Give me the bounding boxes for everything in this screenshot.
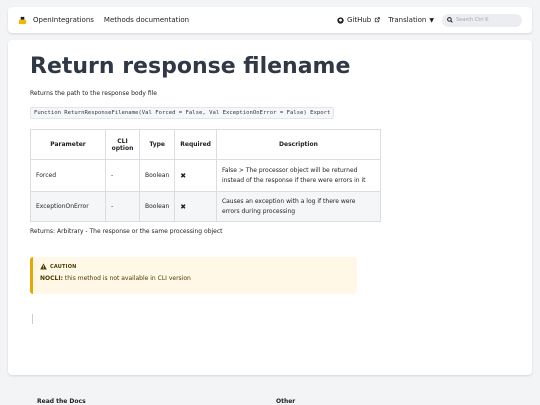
table-cell: Forced xyxy=(30,159,106,192)
text-cursor xyxy=(32,314,33,324)
github-link[interactable]: GitHub xyxy=(337,16,380,24)
required-cross-icon: ✖ xyxy=(174,159,217,192)
caution-body: NOCLI: this method is not available in C… xyxy=(40,275,350,282)
caution-text: this method is not available in CLI vers… xyxy=(62,275,191,282)
page-title: Return response filename xyxy=(30,54,351,79)
warning-icon xyxy=(40,263,47,270)
table-header: Description xyxy=(215,129,381,160)
caution-label: CAUTION xyxy=(50,263,77,270)
table-cell: Boolean xyxy=(138,191,176,222)
caution-admonition: CAUTION NOCLI: this method is not availa… xyxy=(30,257,357,294)
logo-icon[interactable] xyxy=(18,16,27,25)
github-icon xyxy=(337,16,344,24)
main-content: Return response filename Returns the pat… xyxy=(8,40,532,375)
table-cell: - xyxy=(105,191,140,222)
required-cross-icon: ✖ xyxy=(174,191,217,222)
nav-link-methods-docs[interactable]: Methods documentation xyxy=(104,16,189,24)
caution-header: CAUTION xyxy=(40,263,350,270)
table-cell: Causes an exception with a log if there … xyxy=(215,191,381,222)
page-description: Returns the path to the response body fi… xyxy=(30,90,157,97)
table-header: Type xyxy=(138,129,176,160)
search-input[interactable]: Search Ctrl K xyxy=(442,13,522,27)
top-navbar: OpenIntegrations Methods documentation G… xyxy=(8,7,532,33)
parameters-table: Parameter CLI option Type Required Descr… xyxy=(30,129,381,222)
table-cell: Boolean xyxy=(138,159,176,192)
translation-label: Translation xyxy=(388,16,427,24)
table-header: CLI option xyxy=(105,129,140,160)
table-cell: False > The processor object will be ret… xyxy=(215,159,381,192)
table-header: Parameter xyxy=(30,129,106,160)
translation-dropdown[interactable]: Translation ▼ xyxy=(388,16,434,24)
function-signature: Function ReturnResponseFilename(Val Forc… xyxy=(30,107,335,119)
table-row: Forced - Boolean ✖ False > The processor… xyxy=(30,159,381,192)
external-link-icon xyxy=(375,17,380,23)
table-cell: ExceptionOnError xyxy=(30,191,106,222)
caret-down-icon: ▼ xyxy=(429,16,434,24)
search-icon xyxy=(447,17,453,23)
footer-heading-read-the-docs: Read the Docs xyxy=(37,398,86,405)
returns-text: Returns: Arbitrary - The response or the… xyxy=(30,228,223,235)
table-row: ExceptionOnError - Boolean ✖ Causes an e… xyxy=(30,191,381,222)
table-header: Required xyxy=(174,129,217,160)
table-cell: - xyxy=(105,159,140,192)
search-placeholder: Search Ctrl K xyxy=(456,17,489,23)
caution-strong: NOCLI: xyxy=(40,275,63,282)
brand-link[interactable]: OpenIntegrations xyxy=(33,16,94,24)
github-label: GitHub xyxy=(346,16,372,24)
footer-heading-other: Other xyxy=(276,398,296,405)
